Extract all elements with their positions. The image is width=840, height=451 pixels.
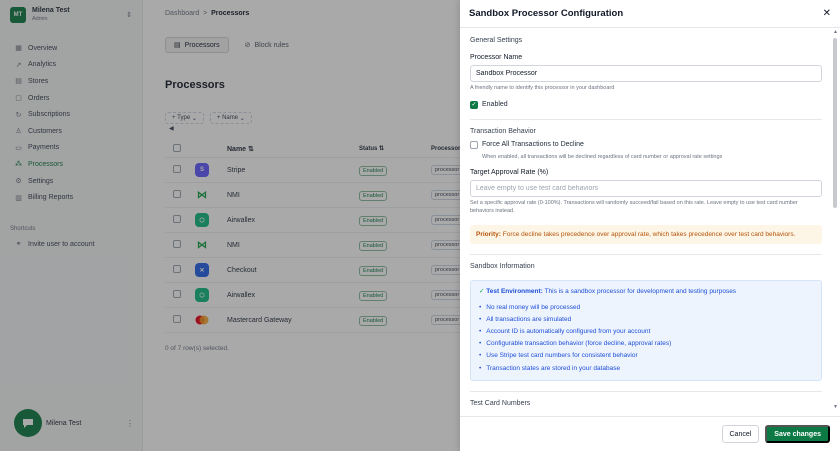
force-decline-label: Force All Transactions to Decline (482, 141, 584, 148)
enabled-label: Enabled (482, 101, 508, 108)
config-drawer: Sandbox Processor Configuration ✕ ▲ ▼ Ge… (460, 0, 840, 451)
approval-rate-label: Target Approval Rate (%) (470, 169, 549, 176)
test-environment-note: ✓ Test Environment: This is a sandbox pr… (479, 287, 813, 295)
modal-overlay[interactable] (0, 0, 460, 451)
general-settings-title: General Settings (470, 37, 523, 44)
check-icon: ✓ (479, 288, 485, 295)
cancel-button[interactable]: Cancel (721, 425, 760, 443)
enabled-checkbox[interactable]: ✓ (470, 100, 478, 109)
test-env-text: This is a sandbox processor for developm… (544, 288, 737, 295)
priority-label: Priority: (476, 231, 501, 238)
divider (470, 391, 822, 393)
processor-name-input[interactable] (470, 65, 822, 82)
scroll-down-icon[interactable]: ▼ (833, 404, 838, 410)
drawer-footer: Cancel Save changes (460, 416, 840, 451)
list-item: Account ID is automatically configured f… (479, 325, 813, 337)
drawer-title: Sandbox Processor Configuration (469, 8, 624, 19)
scroll-up-icon[interactable]: ▲ (833, 29, 838, 35)
list-item: No real money will be processed (479, 301, 813, 313)
drawer-scrollbar[interactable] (833, 38, 837, 208)
divider (470, 254, 822, 255)
sandbox-info-box: ✓ Test Environment: This is a sandbox pr… (470, 280, 822, 382)
processor-name-hint: A friendly name to identify this process… (470, 85, 615, 91)
priority-text: Force decline takes precedence over appr… (502, 231, 796, 238)
list-item: Transaction states are stored in your da… (479, 362, 813, 374)
list-item: Configurable transaction behavior (force… (479, 338, 813, 350)
drawer-header: Sandbox Processor Configuration ✕ (460, 0, 840, 28)
approval-rate-hint: Set a specific approval rate (0-100%). T… (470, 200, 798, 214)
test-env-label: Test Environment: (486, 288, 543, 295)
test-cards-title: Test Card Numbers (470, 400, 531, 408)
enabled-checkbox-row[interactable]: ✓ Enabled (470, 100, 822, 109)
approval-rate-input[interactable] (470, 180, 822, 197)
transaction-behavior-title: Transaction Behavior (470, 127, 536, 135)
list-item: Use Stripe test card numbers for consist… (479, 350, 813, 362)
divider (470, 118, 822, 120)
drawer-body: General Settings Processor Name A friend… (460, 28, 832, 416)
save-changes-button[interactable]: Save changes (765, 425, 830, 443)
list-item: All transactions are simulated (479, 313, 813, 325)
sandbox-info-title: Sandbox Information (470, 263, 535, 270)
priority-note: Priority: Force decline takes precedence… (470, 225, 822, 244)
close-icon[interactable]: ✕ (823, 8, 831, 19)
processor-name-label: Processor Name (470, 54, 523, 61)
force-decline-hint: When enabled, all transactions will be d… (482, 153, 723, 160)
force-decline-checkbox[interactable] (470, 140, 478, 149)
force-decline-row[interactable]: Force All Transactions to Decline (470, 140, 822, 149)
sandbox-bullet-list: No real money will be processed All tran… (479, 301, 813, 374)
